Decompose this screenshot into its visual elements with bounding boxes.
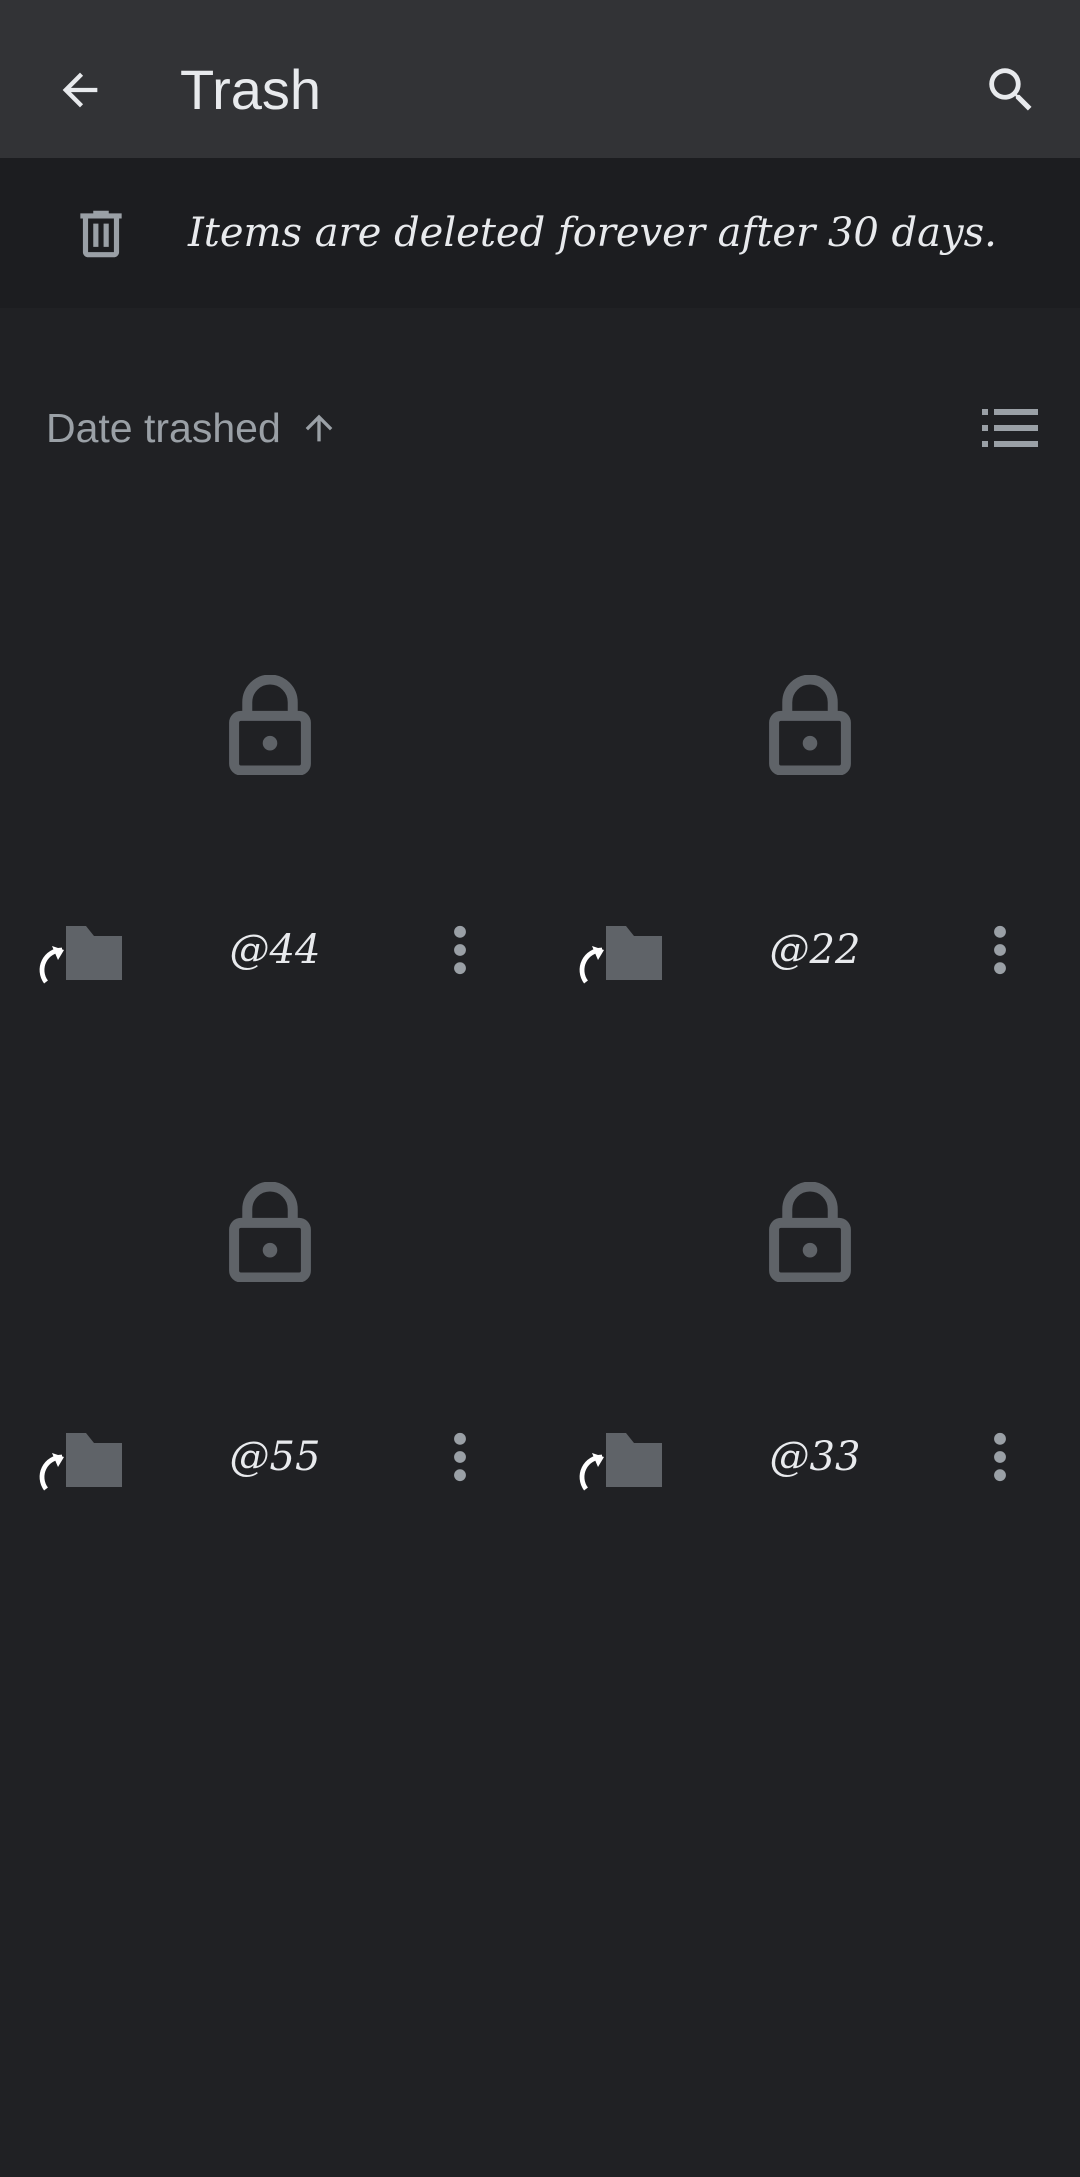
- item-footer: @55: [0, 1397, 540, 1517]
- item-thumbnail: [540, 560, 1080, 890]
- item-footer: @22: [540, 890, 1080, 1010]
- grid-item[interactable]: @55: [0, 1067, 540, 1567]
- arrow-up-icon: [305, 414, 333, 442]
- lock-icon: [229, 675, 311, 775]
- shared-folder-icon: [579, 1433, 662, 1491]
- item-thumbnail: [0, 1067, 540, 1397]
- lock-icon: [229, 1182, 311, 1282]
- sort-bar: Date trashed: [0, 380, 1080, 470]
- more-options-button[interactable]: [430, 1425, 490, 1489]
- item-thumbnail: [540, 1067, 1080, 1397]
- item-name: @33: [769, 1434, 861, 1480]
- item-footer: @33: [540, 1397, 1080, 1517]
- list-view-button[interactable]: [975, 400, 1045, 456]
- banner-message: Items are deleted forever after 30 days.: [188, 210, 997, 256]
- top-app-bar: Trash: [0, 0, 1080, 158]
- grid-item[interactable]: @22: [540, 560, 1080, 1060]
- sort-label: Date trashed: [46, 404, 281, 451]
- trash-info-banner: Items are deleted forever after 30 days.: [0, 158, 1080, 308]
- page-title: Trash: [180, 58, 322, 121]
- more-vert-icon: [994, 925, 1006, 975]
- trash-icon: [80, 210, 122, 258]
- back-button[interactable]: [40, 45, 120, 135]
- more-options-button[interactable]: [970, 1425, 1030, 1489]
- more-vert-icon: [454, 1432, 466, 1482]
- lock-icon: [769, 1182, 851, 1282]
- more-vert-icon: [994, 1432, 1006, 1482]
- search-icon: [989, 68, 1032, 111]
- sort-button[interactable]: Date trashed: [46, 400, 339, 456]
- list-view-icon: [982, 409, 1038, 447]
- grid-item[interactable]: @33: [540, 1067, 1080, 1567]
- item-name: @22: [769, 927, 861, 973]
- shared-folder-icon: [39, 926, 122, 984]
- item-footer: @44: [0, 890, 540, 1010]
- more-vert-icon: [454, 925, 466, 975]
- item-name: @44: [229, 927, 321, 973]
- item-thumbnail: [0, 560, 540, 890]
- item-name: @55: [229, 1434, 321, 1480]
- search-button[interactable]: [966, 45, 1056, 135]
- more-options-button[interactable]: [430, 918, 490, 982]
- arrow-back-icon: [62, 72, 98, 108]
- shared-folder-icon: [579, 926, 662, 984]
- more-options-button[interactable]: [970, 918, 1030, 982]
- lock-icon: [769, 675, 851, 775]
- grid-item[interactable]: @44: [0, 560, 540, 1060]
- shared-folder-icon: [39, 1433, 122, 1491]
